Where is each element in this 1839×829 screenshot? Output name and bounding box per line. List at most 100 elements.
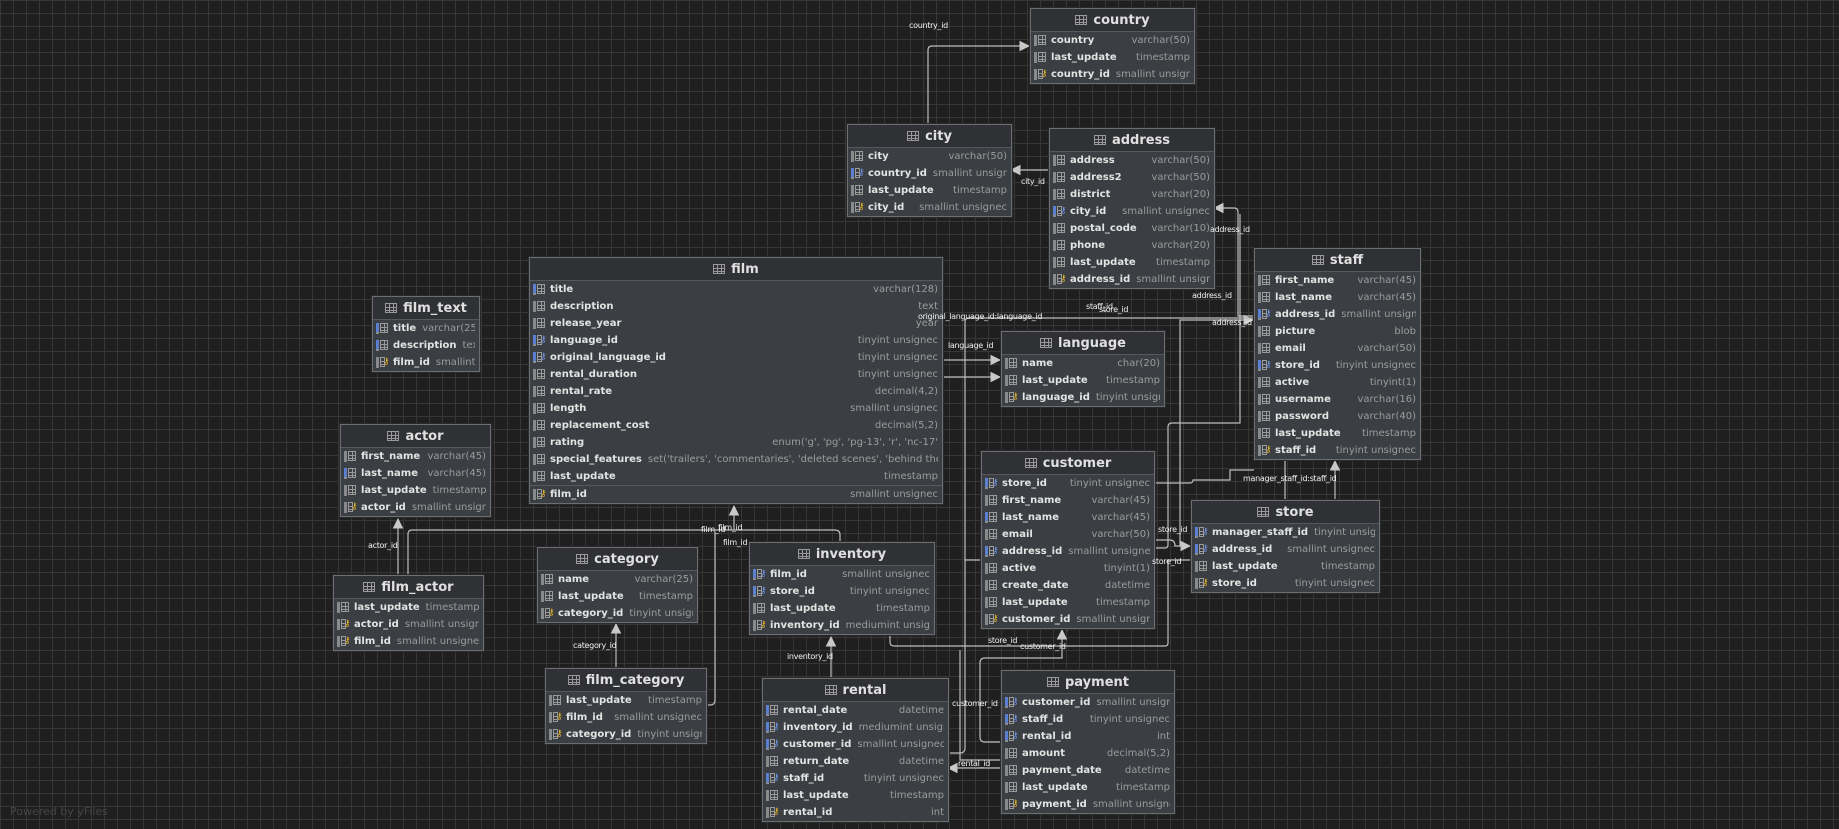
table-header[interactable]: city <box>848 125 1011 148</box>
column-row[interactable]: last_update timestamp <box>1002 779 1174 796</box>
table-header[interactable]: actor <box>341 425 490 448</box>
column-row[interactable]: ⚷ film_id smallint unsignec <box>546 709 706 726</box>
column-row[interactable]: ⚷language_id tinyint unsignec <box>1002 389 1164 406</box>
table-header[interactable]: payment <box>1002 671 1174 694</box>
column-row[interactable]: district varchar(20) <box>1050 186 1214 203</box>
column-row[interactable]: city varchar(50) <box>848 148 1011 165</box>
column-row[interactable]: address2 varchar(50) <box>1050 169 1214 186</box>
column-row[interactable]: ⚷ city_id smallint unsignec <box>848 199 1011 216</box>
column-row[interactable]: ⚷customer_id smallint unsignec <box>982 611 1154 628</box>
column-row[interactable]: length smallint unsignec <box>530 400 942 417</box>
column-row[interactable]: ⚷country_id smallint unsignec <box>1031 66 1194 83</box>
column-row[interactable]: ⚷address_id smallint unsignec <box>1050 271 1214 288</box>
column-row[interactable]: last_name varchar(45) <box>1255 289 1420 306</box>
column-row[interactable]: ⚷category_id tinyint unsignec <box>538 605 697 622</box>
column-row[interactable]: release_year year <box>530 315 942 332</box>
column-row[interactable]: last_update timestamp <box>546 692 706 709</box>
table-header[interactable]: country <box>1031 9 1194 32</box>
column-row[interactable]: email varchar(50) <box>982 526 1154 543</box>
table-language[interactable]: language name char(20) last_update timestamp… <box>1001 331 1165 407</box>
table-header[interactable]: inventory <box>750 543 934 566</box>
column-row[interactable]: ⚷ city_id smallint unsignec <box>1050 203 1214 220</box>
column-row[interactable]: first_name varchar(45) <box>1255 272 1420 289</box>
column-row[interactable]: picture blob <box>1255 323 1420 340</box>
column-row[interactable]: special_features set('trailers', 'comment… <box>530 451 942 468</box>
column-row[interactable]: last_name varchar(45) <box>982 509 1154 526</box>
column-row[interactable]: ⚷ film_id smallint unsignec <box>750 566 934 583</box>
table-store[interactable]: store⚷manager_staff_idtinyint unsignec⚷a… <box>1191 500 1380 593</box>
column-row[interactable]: ⚷address_id smallint unsignec <box>1192 541 1379 558</box>
table-country[interactable]: country country varchar(50) last_update time… <box>1030 8 1195 84</box>
table-actor[interactable]: actor first_name varchar(45) last_name varch… <box>340 424 491 517</box>
column-row[interactable]: last_update timestamp <box>1002 372 1164 389</box>
table-payment[interactable]: payment⚷customer_idsmallint unsignec⚷sta… <box>1001 670 1175 814</box>
table-category[interactable]: category name varchar(25) last_update timest… <box>537 547 698 623</box>
column-row[interactable]: last_update timestamp <box>750 600 934 617</box>
column-row[interactable]: ⚷ rental_id int <box>763 804 948 821</box>
column-row[interactable]: ⚷ store_id tinyint unsignec <box>750 583 934 600</box>
column-row[interactable]: last_name varchar(45) <box>341 465 490 482</box>
column-row[interactable]: country varchar(50) <box>1031 32 1194 49</box>
column-row[interactable]: replacement_cost decimal(5,2) <box>530 417 942 434</box>
table-rental[interactable]: rental rental_date datetime ⚷ inventory_id me… <box>762 678 949 822</box>
column-row[interactable]: active tinyint(1) <box>982 560 1154 577</box>
column-row[interactable]: ⚷country_id smallint unsignec <box>848 165 1011 182</box>
column-row[interactable]: last_update timestamp <box>763 787 948 804</box>
table-inventory[interactable]: inventory ⚷ film_id smallint unsignec ⚷ store… <box>749 542 935 635</box>
column-row[interactable]: ⚷actor_id smallint unsignec <box>341 499 490 516</box>
column-row[interactable]: ⚷ staff_id tinyint unsignec <box>1002 711 1174 728</box>
column-row[interactable]: ⚷ store_id tinyint unsignec <box>1255 357 1420 374</box>
column-row[interactable]: rental_duration tinyint unsignec <box>530 366 942 383</box>
column-row[interactable]: last_update timestamp <box>530 468 942 485</box>
column-row[interactable]: username varchar(16) <box>1255 391 1420 408</box>
table-header[interactable]: store <box>1192 501 1379 524</box>
column-row[interactable]: return_date datetime <box>763 753 948 770</box>
table-header[interactable]: category <box>538 548 697 571</box>
column-row[interactable]: last_update timestamp <box>334 599 483 616</box>
column-row[interactable]: ⚷ original_language_id tinyint unsignec <box>530 349 942 366</box>
column-row[interactable]: rating enum('g', 'pg', 'pg-13', 'r', 'nc-… <box>530 434 942 451</box>
column-row[interactable]: ⚷ staff_id tinyint unsignec <box>763 770 948 787</box>
table-address[interactable]: address address varchar(50) address2 varchar… <box>1049 128 1215 289</box>
column-row[interactable]: last_update timestamp <box>1255 425 1420 442</box>
column-row[interactable]: ⚷actor_id smallint unsignec <box>334 616 483 633</box>
column-row[interactable]: active tinyint(1) <box>1255 374 1420 391</box>
table-header[interactable]: film <box>530 258 942 281</box>
table-header[interactable]: film_text <box>373 297 479 320</box>
column-row[interactable]: last_update timestamp <box>982 594 1154 611</box>
column-row[interactable]: email varchar(50) <box>1255 340 1420 357</box>
column-row[interactable]: description text <box>373 337 479 354</box>
column-row[interactable]: name char(20) <box>1002 355 1164 372</box>
table-film-category[interactable]: film_category last_update timestamp ⚷ film_i… <box>545 668 707 744</box>
column-row[interactable]: ⚷ store_id tinyint unsignec <box>1192 575 1379 592</box>
column-row[interactable]: ⚷payment_id smallint unsignec <box>1002 796 1174 813</box>
table-header[interactable]: customer <box>982 452 1154 475</box>
column-row[interactable]: password varchar(40) <box>1255 408 1420 425</box>
column-row[interactable]: ⚷address_id smallint unsignec <box>1255 306 1420 323</box>
column-row[interactable]: last_update timestamp <box>848 182 1011 199</box>
table-header[interactable]: rental <box>763 679 948 702</box>
table-header[interactable]: staff <box>1255 249 1420 272</box>
column-row[interactable]: ⚷ film_id smallint unsignec <box>530 485 942 503</box>
table-header[interactable]: address <box>1050 129 1214 152</box>
table-staff[interactable]: staff first_name varchar(45) last_name varch… <box>1254 248 1421 460</box>
column-row[interactable]: first_name varchar(45) <box>341 448 490 465</box>
column-row[interactable]: ⚷inventory_id mediumint unsignec <box>750 617 934 634</box>
column-row[interactable]: ⚷ film_id smallint unsignec <box>334 633 483 650</box>
column-row[interactable]: last_update timestamp <box>538 588 697 605</box>
table-film-text[interactable]: film_texttitle varchar(255) description tex… <box>372 296 480 372</box>
table-city[interactable]: city city varchar(50) ⚷ country_id smallint u… <box>847 124 1012 217</box>
column-row[interactable]: ⚷address_id smallint unsignec <box>982 543 1154 560</box>
column-row[interactable]: ⚷category_id tinyint unsignec <box>546 726 706 743</box>
column-row[interactable]: name varchar(25) <box>538 571 697 588</box>
column-row[interactable]: ⚷ store_id tinyint unsignec <box>982 475 1154 492</box>
table-film[interactable]: film title varchar(128) description text rele… <box>529 257 943 504</box>
table-header[interactable]: film_actor <box>334 576 483 599</box>
column-row[interactable]: ⚷language_id tinyint unsignec <box>530 332 942 349</box>
column-row[interactable]: first_name varchar(45) <box>982 492 1154 509</box>
column-row[interactable]: last_update timestamp <box>1031 49 1194 66</box>
column-row[interactable]: last_update timestamp <box>1050 254 1214 271</box>
column-row[interactable]: title varchar(128) <box>530 281 942 298</box>
column-row[interactable]: description text <box>530 298 942 315</box>
column-row[interactable]: ⚷ film_id smallint <box>373 354 479 371</box>
